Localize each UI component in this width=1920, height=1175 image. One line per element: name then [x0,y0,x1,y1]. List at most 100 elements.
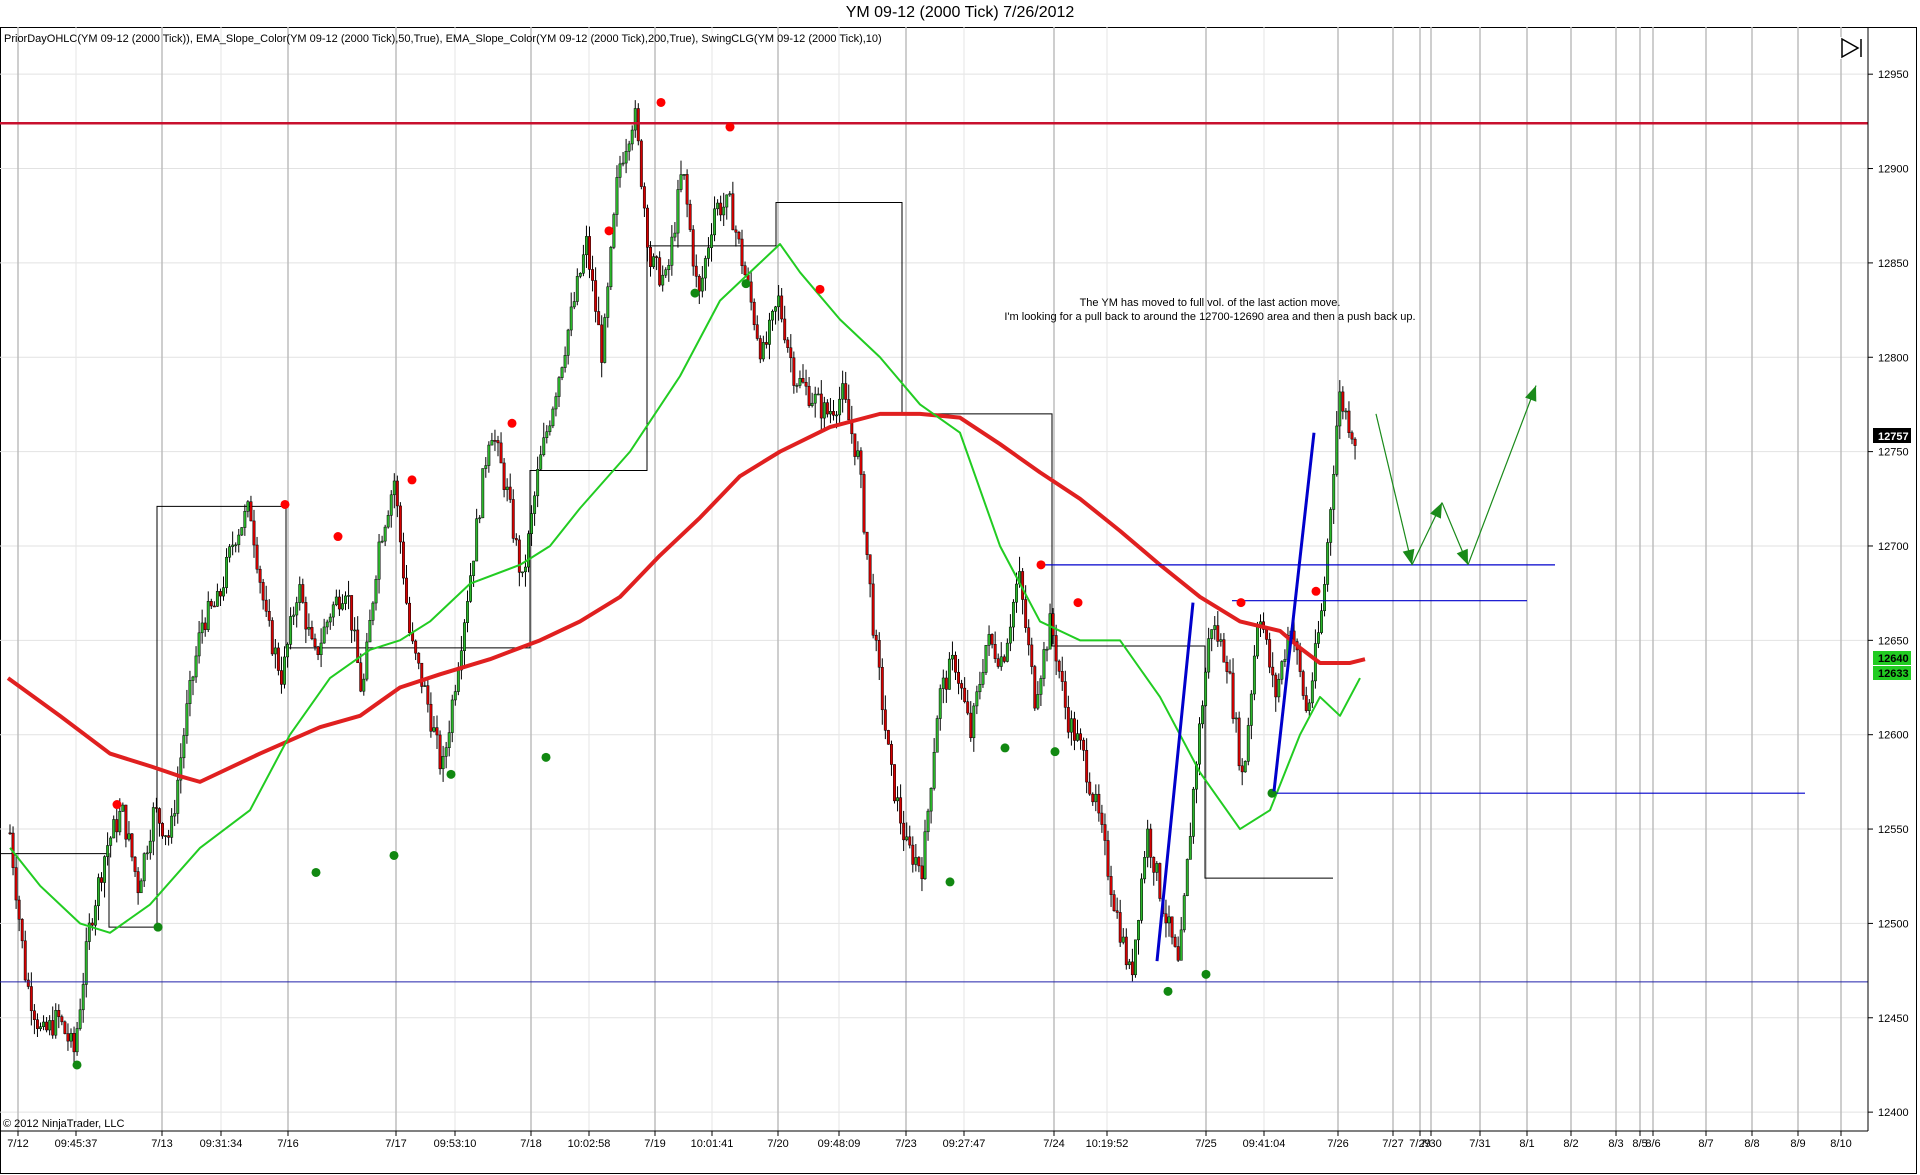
candle-body [438,734,442,770]
candle-body [51,1020,55,1036]
candle-body [444,747,448,757]
candle-body [130,833,134,858]
candle-body [69,1032,73,1042]
candle-body [1332,474,1336,510]
time-tick-label: 10:01:41 [691,1138,734,1150]
price-chart[interactable]: 12400 12450 12500 12550 12600 12650 12700 12750… [0,0,1920,1175]
candle-body [703,258,707,279]
candle-body [527,533,530,568]
trend-line [1155,602,1195,962]
candle-body [1134,939,1137,976]
candle-body [874,634,878,641]
candle-body [1277,678,1281,698]
candle-body [219,591,222,597]
candle-body [639,140,643,187]
candle-body [1033,666,1037,709]
ema-lower-tag: 12633 [1873,666,1911,680]
candle-body [45,1021,49,1031]
time-tick-label: 7/25 [1195,1138,1216,1150]
candle-body [359,662,363,692]
candle-body [1106,840,1110,877]
candle-body [1115,910,1119,913]
candle-body [1066,707,1070,733]
candle-body [295,602,299,616]
candle-body [1317,632,1320,644]
candle-body [694,265,698,277]
candle-body [807,385,811,406]
candle-body [222,587,225,597]
candle-body [960,683,964,689]
time-tick-label: 7/26 [1327,1138,1348,1150]
candle-body [405,577,408,604]
candle-body [414,640,418,654]
candle-body [517,539,521,573]
candle-body [417,652,421,664]
candle-body [783,318,787,341]
candle-body [1112,894,1116,912]
candle-body [109,837,113,846]
candle-body [93,905,97,926]
price-tick-label: 12600 [1878,730,1909,742]
candle-body [990,634,994,645]
price-tick-label: 12450 [1878,1013,1909,1025]
candle-body [1082,739,1086,751]
candle-body [267,610,271,621]
candle-body [225,556,229,588]
time-tick-label: 7/17 [385,1138,406,1150]
candle-body [935,718,939,753]
candle-body [688,203,692,230]
candle-body [286,644,290,658]
candle-body [36,1019,39,1029]
candle-body [740,238,744,267]
candle-body [1213,625,1217,630]
candle-body [1347,410,1351,433]
candle-body [1036,694,1040,709]
candle-body [743,265,747,276]
candle-body [883,709,887,731]
candle-body [789,347,793,359]
swing-low-marker [446,769,456,779]
candle-body [1149,828,1153,858]
scroll-right-button[interactable] [1839,37,1863,59]
candle-body [1118,912,1122,943]
candle-body [1252,655,1256,695]
candle-body [151,807,155,842]
time-tick-label: 7/27 [1382,1138,1403,1150]
candle-body [1228,671,1232,674]
candle-body [124,804,128,840]
candle-body [1146,828,1150,858]
candle-body [560,367,564,378]
candle-body [768,319,771,345]
candle-body [1039,678,1043,695]
candle-body [996,658,1000,667]
candle-body [490,440,494,446]
candle-body [484,465,488,469]
candle-body [514,538,518,541]
candle-body [1274,674,1278,698]
candle-body [17,899,21,920]
candle-body [1012,601,1015,628]
candle-body [1304,695,1308,711]
swing-high-marker [1036,560,1046,570]
candle-body [1121,936,1125,943]
candle-body [389,494,393,516]
candle-body [249,501,253,522]
candle-body [106,845,110,857]
candle-body [1326,542,1330,585]
candle-body [1143,857,1147,880]
candle-body [1301,671,1305,696]
candle-body [493,440,497,442]
candle-body [752,301,756,325]
candle-body [758,338,762,360]
candle-body [1069,718,1073,733]
candle-body [1002,656,1006,662]
projection-arrow-head [1456,548,1468,565]
candle-body [597,311,601,326]
candle-body [853,433,857,457]
candle-body [148,840,152,854]
price-tick-label: 12850 [1878,258,1909,270]
candle-body [1158,863,1162,899]
price-tick-label: 12750 [1878,447,1909,459]
candle-body [1076,733,1079,741]
candle-body [1045,648,1049,651]
